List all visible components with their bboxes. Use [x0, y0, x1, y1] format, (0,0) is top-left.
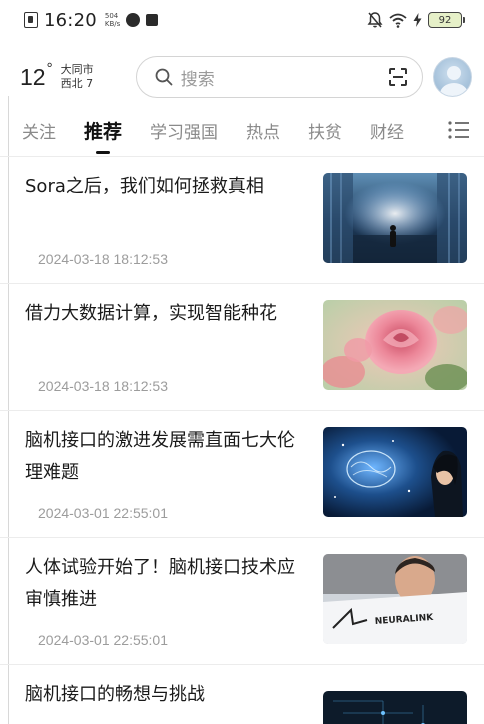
wind-info: 西北 7: [60, 77, 94, 90]
channel-menu-icon[interactable]: [448, 120, 470, 140]
degree-symbol: °: [46, 59, 53, 77]
city-name: 大同市: [60, 63, 94, 76]
news-title[interactable]: 借力大数据计算，实现智能种花: [25, 298, 303, 330]
status-bar: 16:20 504 KB/s 92: [0, 0, 484, 40]
news-item[interactable]: 脑机接口的激进发展需直面七大伦理难题 2024-03-01 22:55:01: [0, 411, 484, 538]
notification-app-icon: [126, 13, 141, 27]
news-thumbnail[interactable]: [323, 691, 467, 724]
tab-redian[interactable]: 热点: [246, 118, 280, 143]
tab-tuijian[interactable]: 推荐: [84, 117, 122, 144]
network-speed-value: 504: [104, 12, 119, 20]
news-title[interactable]: 脑机接口的激进发展需直面七大伦理难题: [25, 425, 303, 489]
news-title[interactable]: 脑机接口的畅想与挑战: [25, 679, 303, 711]
top-header: 12° 大同市 西北 7 搜索: [0, 52, 484, 102]
status-time: 16:20: [44, 9, 97, 31]
bell-muted-icon: [367, 12, 383, 28]
battery-level: 92: [438, 14, 452, 26]
news-item[interactable]: Sora之后，我们如何拯救真相 2024-03-18 18:12:53: [0, 157, 484, 284]
search-bar[interactable]: 搜索: [135, 56, 423, 98]
network-speed-unit: KB/s: [104, 20, 121, 28]
news-date: 2024-03-01 22:55:01: [38, 632, 168, 648]
news-thumbnail[interactable]: [323, 427, 467, 517]
news-title[interactable]: 人体试验开始了！脑机接口技术应审慎推进: [25, 552, 303, 616]
tab-caijing[interactable]: 财经: [370, 118, 404, 143]
tab-guanzhu[interactable]: 关注: [22, 118, 56, 143]
sim-card-icon: [24, 12, 38, 28]
news-item[interactable]: 脑机接口的畅想与挑战: [0, 665, 484, 724]
news-date: 2024-03-18 18:12:53: [38, 378, 168, 394]
tab-xuexiqiangguo[interactable]: 学习强国: [150, 118, 218, 143]
charging-icon: [413, 13, 422, 27]
scan-icon[interactable]: [388, 67, 408, 87]
news-thumbnail[interactable]: NEURALINK: [323, 554, 467, 644]
weather-widget[interactable]: 12° 大同市 西北 7: [20, 60, 136, 91]
news-list: Sora之后，我们如何拯救真相 2024-03-18 18:12:53 借力大数…: [0, 157, 484, 724]
channel-tabs: 关注 推荐 学习强国 热点 扶贫 财经: [0, 104, 484, 156]
temperature: 12°: [20, 60, 53, 91]
news-item[interactable]: 借力大数据计算，实现智能种花 2024-03-18 18:12:53: [0, 284, 484, 411]
network-speed: 504 KB/s: [105, 12, 120, 28]
search-icon: [155, 68, 173, 86]
wifi-icon: [389, 13, 407, 28]
temperature-value: 12: [20, 63, 46, 90]
tab-fupin[interactable]: 扶贫: [308, 118, 342, 143]
news-title[interactable]: Sora之后，我们如何拯救真相: [25, 171, 303, 203]
battery-icon: 92: [428, 12, 465, 28]
news-date: 2024-03-18 18:12:53: [38, 251, 168, 267]
search-input[interactable]: 搜索: [181, 65, 388, 90]
news-thumbnail[interactable]: [323, 300, 467, 390]
user-avatar[interactable]: [432, 57, 472, 97]
news-item[interactable]: 人体试验开始了！脑机接口技术应审慎推进 2024-03-01 22:55:01 …: [0, 538, 484, 665]
location-info: 大同市 西北 7: [61, 63, 94, 91]
notification-square-icon: [146, 14, 159, 26]
news-date: 2024-03-01 22:55:01: [38, 505, 168, 521]
news-thumbnail[interactable]: [323, 173, 467, 263]
